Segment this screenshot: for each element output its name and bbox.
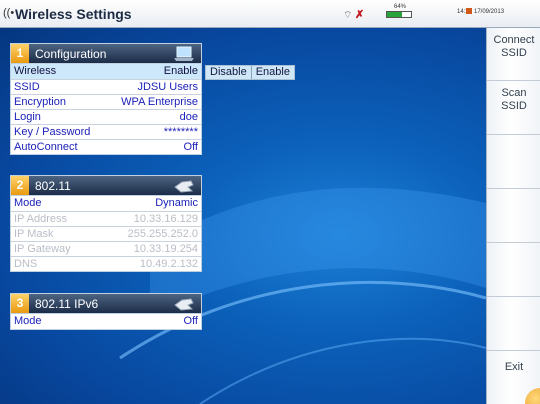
panel-number: 3 <box>11 294 29 313</box>
title-bar: ((• Wireless Settings ⌔ ✗ 64% 14:31 17/0… <box>0 0 540 28</box>
softkey-5[interactable] <box>487 242 540 296</box>
row-login[interactable]: Login doe <box>11 109 201 124</box>
row-label: Login <box>14 111 41 123</box>
signal-icon: ⌔ <box>343 10 353 21</box>
row-value: WPA Enterprise <box>121 96 198 108</box>
row-label: IP Gateway <box>14 243 71 255</box>
hand-icon <box>174 298 194 311</box>
softkey-exit[interactable]: Exit <box>487 350 540 404</box>
row-label: Wireless <box>14 65 57 77</box>
battery-percent: 64% <box>394 4 407 10</box>
softkey-label: SSID <box>501 100 527 112</box>
option-disable[interactable]: Disable <box>206 66 251 79</box>
row-label: IP Address <box>14 213 67 225</box>
main-area: 1 Configuration Wireless Enable SSID JDSU … <box>0 28 486 404</box>
softkey-6[interactable] <box>487 296 540 350</box>
row-label: Mode <box>14 197 42 209</box>
panel-title: 802.11 IPv6 <box>35 297 99 311</box>
row-value: Dynamic <box>155 197 198 209</box>
clock-date: 17/09/2013 <box>474 9 505 15</box>
row-dns: DNS 10.49.2.132 <box>11 256 201 271</box>
panel-rows: Mode Dynamic IP Address 10.33.16.129 IP Ma… <box>10 195 202 272</box>
row-value: Enable <box>163 65 198 77</box>
row-label: Key / Password <box>14 126 91 138</box>
window-title: Wireless Settings <box>15 6 132 22</box>
softkey-label: SSID <box>501 47 527 59</box>
row-label: IP Mask <box>14 228 54 240</box>
panel-rows: Mode Off <box>10 313 202 330</box>
row-value: Off <box>183 141 198 153</box>
softkey-label: Scan <box>501 87 527 99</box>
panel-802-11-ipv6: 3 802.11 IPv6 Mode Off <box>10 293 202 330</box>
panel-title: Configuration <box>35 47 107 61</box>
row-label: SSID <box>14 81 40 93</box>
laptop-icon <box>174 46 194 61</box>
row-ip-gateway: IP Gateway 10.33.19.254 <box>11 241 201 256</box>
panel-header: 2 802.11 <box>10 175 202 195</box>
row-ip-mask: IP Mask 255.255.252.0 <box>11 226 201 241</box>
row-encryption[interactable]: Encryption WPA Enterprise <box>11 94 201 109</box>
softkey-label: Connect <box>493 34 535 46</box>
panel-title: 802.11 <box>35 179 71 193</box>
row-label: DNS <box>14 258 38 270</box>
alert-flag-icon: ✗ <box>355 9 365 21</box>
row-value: JDSU Users <box>137 81 198 93</box>
wifi-icon: ((• <box>3 7 15 19</box>
softkey-scan-ssid[interactable]: Scan SSID <box>487 80 540 134</box>
row-value: doe <box>179 111 198 123</box>
row-label: Encryption <box>14 96 66 108</box>
orb-icon <box>525 388 540 404</box>
panel-802-11: 2 802.11 Mode Dynamic IP Address 10.33.16.… <box>10 175 202 272</box>
softkey-bar: Connect SSID Scan SSID Exit <box>486 28 540 404</box>
row-value: Off <box>183 315 198 327</box>
row-label: Mode <box>14 315 42 327</box>
wireless-options: Disable Enable <box>205 65 295 80</box>
hand-icon <box>174 180 194 193</box>
swoosh-line <box>199 337 486 404</box>
battery-level <box>387 12 403 17</box>
status-marker-icon <box>466 8 472 14</box>
panel-header: 1 Configuration <box>10 43 202 63</box>
row-label: AutoConnect <box>14 141 78 153</box>
row-value: 10.33.19.254 <box>133 243 198 255</box>
softkey-connect-ssid[interactable]: Connect SSID <box>487 28 540 80</box>
row-autoconnect[interactable]: AutoConnect Off <box>11 139 201 154</box>
row-value: 10.33.16.129 <box>133 213 198 225</box>
row-mode[interactable]: Mode Dynamic <box>11 196 201 211</box>
softkey-3[interactable] <box>487 134 540 188</box>
row-value: ******** <box>163 126 198 138</box>
row-ssid[interactable]: SSID JDSU Users <box>11 79 201 94</box>
softkey-4[interactable] <box>487 188 540 242</box>
panel-number: 2 <box>11 176 29 195</box>
row-key-password[interactable]: Key / Password ******** <box>11 124 201 139</box>
panel-rows: Wireless Enable SSID JDSU Users Encryption… <box>10 63 202 155</box>
panel-header: 3 802.11 IPv6 <box>10 293 202 313</box>
row-value: 10.49.2.132 <box>139 258 198 270</box>
panel-number: 1 <box>11 44 29 63</box>
softkey-label: Exit <box>504 361 524 373</box>
row-wireless[interactable]: Wireless Enable <box>11 64 201 79</box>
row-mode[interactable]: Mode Off <box>11 314 201 329</box>
row-ip-address: IP Address 10.33.16.129 <box>11 211 201 226</box>
option-enable[interactable]: Enable <box>250 66 294 79</box>
battery-icon <box>386 11 412 18</box>
row-value: 255.255.252.0 <box>127 228 198 240</box>
panel-configuration: 1 Configuration Wireless Enable SSID JDSU … <box>10 43 202 155</box>
